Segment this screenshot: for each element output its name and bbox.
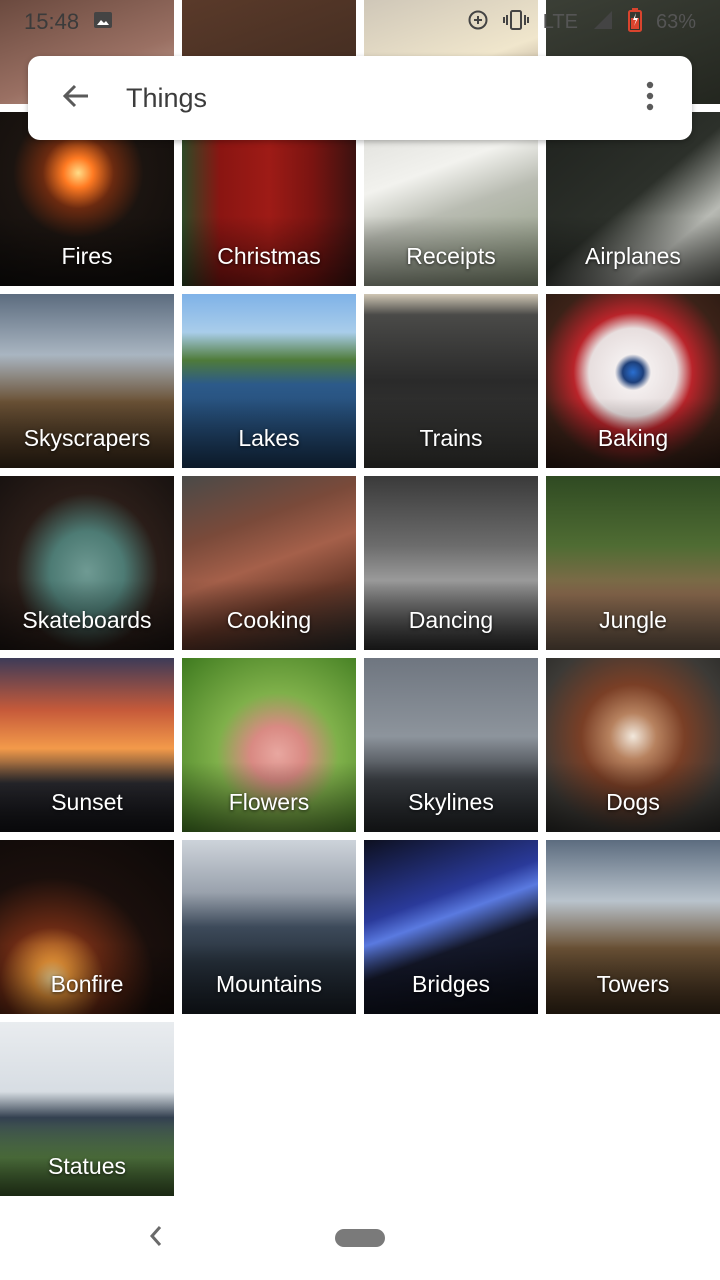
nav-back-button[interactable] [140,1222,172,1254]
tile-label: Baking [597,425,669,451]
tile-label: Fires [61,243,113,269]
tile-label: Christmas [217,243,321,269]
category-tile-dogs[interactable]: Dogs [546,658,720,832]
tile-label: Airplanes [585,243,681,269]
signal-icon [592,9,614,36]
battery-percent: 63% [655,10,696,33]
arrow-left-icon [60,80,92,117]
category-tile-baking[interactable]: Baking [546,294,720,468]
category-tile-bonfire[interactable]: Bonfire [0,840,174,1014]
tile-label: Skyscrapers [23,425,151,451]
status-bar: 15:48 LTE 63% [0,0,720,44]
tile-label: Jungle [599,607,667,633]
tile-label: Lakes [238,425,300,451]
category-tile-sunset[interactable]: Sunset [0,658,174,832]
tile-label: Receipts [406,243,496,269]
vibrate-icon [502,9,529,36]
page-title[interactable]: Things [124,83,608,114]
system-nav-bar [0,1196,720,1280]
tile-label: Cooking [226,607,312,633]
category-tile-mountains[interactable]: Mountains [182,840,356,1014]
more-vert-icon [645,80,655,117]
battery-icon [627,7,642,37]
category-tile-bridges[interactable]: Bridges [364,840,538,1014]
category-tile-jungle[interactable]: Jungle [546,476,720,650]
search-header: Things [28,56,692,140]
tile-label: Statues [48,1153,126,1179]
tile-label: Sunset [51,789,123,815]
tile-label: Skateboards [22,607,152,633]
tile-label: Towers [596,971,670,997]
back-button[interactable] [28,56,124,140]
category-tile-dancing[interactable]: Dancing [364,476,538,650]
tile-label: Flowers [228,789,310,815]
tile-label: Trains [419,425,483,451]
data-saver-icon [467,9,489,36]
status-time: 15:48 [24,9,80,34]
tile-label: Bridges [412,971,490,997]
image-icon [93,10,113,35]
tile-label: Mountains [215,971,323,997]
category-tile-skyscrapers[interactable]: Skyscrapers [0,294,174,468]
home-pill-icon[interactable] [335,1229,385,1247]
tile-label: Dogs [606,789,660,815]
category-tile-statues[interactable]: Statues [0,1022,174,1196]
category-tile-skateboards[interactable]: Skateboards [0,476,174,650]
chevron-left-icon [149,1225,163,1252]
tile-label: Bonfire [50,971,124,997]
category-tile-towers[interactable]: Towers [546,840,720,1014]
category-tile-trains[interactable]: Trains [364,294,538,468]
category-tile-flowers[interactable]: Flowers [182,658,356,832]
tile-label: Skylines [408,789,494,815]
tile-label: Dancing [408,607,494,633]
more-options-button[interactable] [608,56,692,140]
category-tile-skylines[interactable]: Skylines [364,658,538,832]
category-tile-cooking[interactable]: Cooking [182,476,356,650]
category-tile-lakes[interactable]: Lakes [182,294,356,468]
network-type: LTE [542,10,578,33]
category-grid: Fires Christmas Receipts Airplanes Skysc… [0,112,720,1196]
